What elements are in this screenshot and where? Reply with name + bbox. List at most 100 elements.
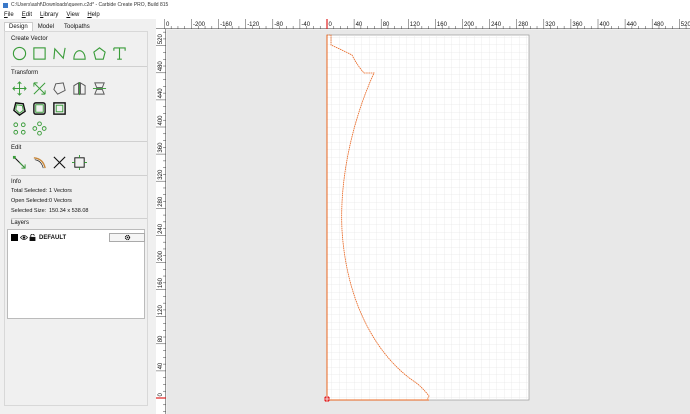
ruler-label: 200 xyxy=(464,22,475,28)
workspace-svg[interactable] xyxy=(167,30,690,414)
join-icon[interactable] xyxy=(71,154,87,170)
eye-icon[interactable] xyxy=(20,234,28,241)
app-logo-icon xyxy=(3,2,8,8)
ruler-label: 400 xyxy=(158,115,164,126)
ruler-label: 240 xyxy=(491,22,502,28)
circular-array-icon[interactable] xyxy=(11,120,27,136)
layer-settings-button[interactable] xyxy=(109,233,145,242)
scale-icon[interactable] xyxy=(31,80,47,96)
create-vector-tools xyxy=(11,45,127,61)
circle-icon[interactable] xyxy=(11,45,27,61)
vertical-ruler: 520 480 440 400 360 320 280 240 200 160 120 80 40 0 xyxy=(156,29,166,414)
stock-grid xyxy=(327,35,529,400)
gear-icon xyxy=(124,234,130,241)
menu-help[interactable]: Help xyxy=(87,12,99,18)
info-label: Total Selected: xyxy=(11,188,48,194)
divider xyxy=(11,218,147,219)
ruler-label: 400 xyxy=(600,22,611,28)
boolean-union-icon[interactable] xyxy=(31,100,47,116)
create-vector-heading: Create Vector xyxy=(11,36,48,42)
tab-design[interactable]: Design xyxy=(4,22,33,31)
ruler-label: 0 xyxy=(329,22,333,28)
move-icon[interactable] xyxy=(11,80,27,96)
ruler-label: -120 xyxy=(247,22,260,28)
info-label: Selected Size: xyxy=(11,208,47,214)
ruler-label: -200 xyxy=(193,22,206,28)
transform-tools-row-2 xyxy=(11,100,67,116)
text-icon[interactable] xyxy=(111,45,127,61)
ruler-label: 120 xyxy=(410,22,421,28)
design-canvas[interactable] xyxy=(167,30,690,414)
divider xyxy=(11,141,147,142)
tab-toolpaths[interactable]: Toolpaths xyxy=(59,22,95,31)
polyline-icon[interactable] xyxy=(51,45,67,61)
info-label: Open Selected: xyxy=(11,198,49,204)
mirror-icon[interactable] xyxy=(71,80,87,96)
ruler-label: 80 xyxy=(383,22,390,28)
polygon-icon[interactable] xyxy=(91,45,107,61)
ruler-label: 320 xyxy=(158,169,164,180)
edit-tools xyxy=(11,154,87,170)
ruler-label: 0 xyxy=(166,22,170,28)
info-selected-size: Selected Size: 150.34 x 538.08 xyxy=(11,208,88,214)
transform-tools-row-1 xyxy=(11,80,107,96)
ruler-label: -40 xyxy=(301,22,310,28)
ruler-label: 200 xyxy=(158,250,164,261)
ruler-label: 240 xyxy=(158,223,164,234)
ruler-label: 280 xyxy=(518,22,529,28)
menu-library[interactable]: Library xyxy=(40,12,58,18)
window-title: C:\Users\ashf\Downloads\queen.c2d* - Car… xyxy=(11,2,169,8)
ruler-label: 40 xyxy=(356,22,363,28)
menu-bar: File Edit Library View Help xyxy=(0,10,690,19)
transform-tools-row-3 xyxy=(11,120,47,136)
divider xyxy=(11,175,147,176)
menu-edit[interactable]: Edit xyxy=(22,12,32,18)
ruler-label: 0 xyxy=(158,393,164,397)
layers-list: DEFAULT xyxy=(7,229,145,319)
info-value: 150.34 x 538.08 xyxy=(49,208,89,214)
info-value: 0 Vectors xyxy=(49,198,72,204)
info-open-selected: Open Selected: 0 Vectors xyxy=(11,198,72,204)
menu-view[interactable]: View xyxy=(66,12,79,18)
tab-model[interactable]: Model xyxy=(33,22,59,31)
layer-color-swatch[interactable] xyxy=(11,234,18,241)
edit-heading: Edit xyxy=(11,145,22,151)
info-value: 1 Vectors xyxy=(49,188,72,194)
align-icon[interactable] xyxy=(91,80,107,96)
ruler-label: 320 xyxy=(545,22,556,28)
ruler-label: -160 xyxy=(220,22,233,28)
design-panel: Create Vector Transform Edit Info Total … xyxy=(4,31,148,406)
ruler-label: 280 xyxy=(158,196,164,207)
ruler-label: 360 xyxy=(572,22,583,28)
transform-heading: Transform xyxy=(11,70,39,76)
ruler-label: 520 xyxy=(681,22,690,28)
ruler-label: 40 xyxy=(158,362,164,369)
ruler-label: 360 xyxy=(158,142,164,153)
layer-row[interactable]: DEFAULT xyxy=(11,233,145,242)
curve-icon[interactable] xyxy=(71,45,87,61)
node-edit-icon[interactable] xyxy=(11,154,27,170)
vertical-ruler-ticks: 52048044040036032028024020016012080400 xyxy=(156,31,166,412)
divider xyxy=(11,66,147,67)
layer-name: DEFAULT xyxy=(39,234,67,241)
ruler-label: 480 xyxy=(654,22,665,28)
layers-heading: Layers xyxy=(11,220,30,226)
boolean-subtract-icon[interactable] xyxy=(51,100,67,116)
ruler-label: 480 xyxy=(158,61,164,72)
ruler-label: 120 xyxy=(158,305,164,316)
rotate-icon[interactable] xyxy=(51,80,67,96)
rectangle-icon[interactable] xyxy=(31,45,47,61)
split-icon[interactable] xyxy=(51,154,67,170)
info-total-selected: Total Selected: 1 Vectors xyxy=(11,188,72,194)
ruler-label: 160 xyxy=(158,277,164,288)
offset-icon[interactable] xyxy=(11,100,27,116)
rectangular-array-icon[interactable] xyxy=(31,120,47,136)
ruler-label: 160 xyxy=(437,22,448,28)
trim-icon[interactable] xyxy=(31,154,47,170)
ruler-label: 440 xyxy=(158,88,164,99)
menu-file[interactable]: File xyxy=(4,12,14,18)
app-window: C:\Users\ashf\Downloads\queen.c2d* - Car… xyxy=(0,0,690,414)
horizontal-ruler-ticks: 0 -200 -160 -120 -80 -40 0 40 80 120 160 200 240 280 3… xyxy=(164,19,690,29)
ruler-label: 520 xyxy=(158,34,164,45)
lock-icon[interactable] xyxy=(29,234,36,241)
